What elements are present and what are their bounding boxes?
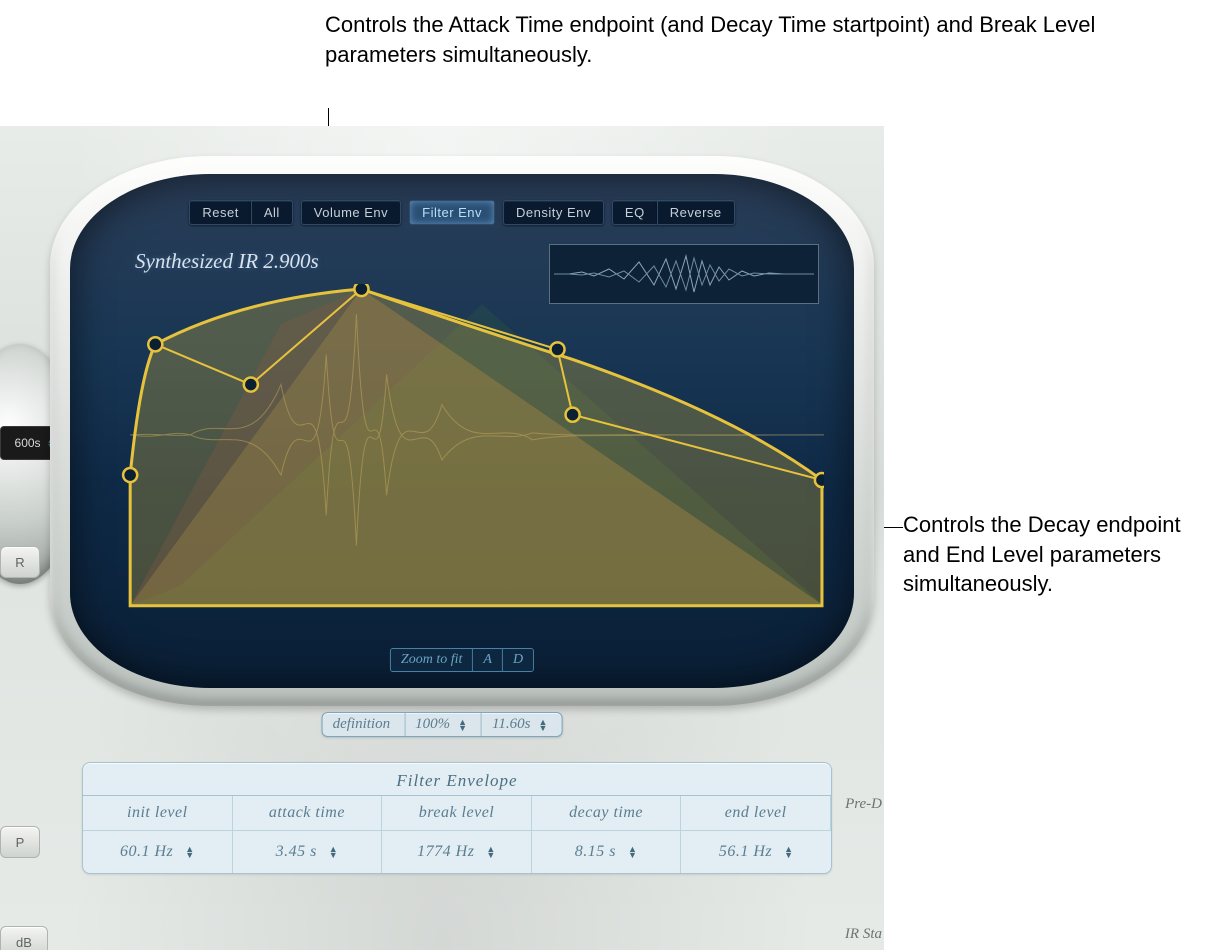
display-screen: Reset All Volume Env Filter Env Density …: [70, 174, 854, 688]
zoom-d-button[interactable]: D: [503, 649, 533, 671]
env-node-init[interactable]: [123, 468, 137, 482]
plugin-device: 600s R P dB Reset All Volume Env Filter …: [0, 126, 884, 950]
pre-delay-label-cropped: Pre-D: [845, 796, 882, 813]
display-bezel: Reset All Volume Env Filter Env Density …: [50, 156, 874, 706]
definition-row: definition 100% 11.60s: [322, 712, 563, 737]
reverse-button[interactable]: Reverse: [657, 200, 735, 225]
header-decay-time: decay time: [532, 796, 682, 830]
density-env-tab[interactable]: Density Env: [503, 200, 604, 225]
value-break-level-text: 1774 Hz: [417, 843, 474, 861]
definition-label: definition: [323, 713, 406, 736]
envelope-editor[interactable]: [100, 284, 824, 626]
env-node-attack-start[interactable]: [148, 337, 162, 351]
zoom-to-fit-button[interactable]: Zoom to fit: [391, 649, 473, 671]
value-break-level[interactable]: 1774 Hz: [382, 830, 532, 873]
value-attack-time-text: 3.45 s: [276, 843, 317, 861]
stepper-icon[interactable]: [628, 846, 637, 858]
eq-reverse-group: EQ Reverse: [612, 200, 735, 225]
reset-button[interactable]: Reset: [189, 200, 250, 225]
definition-percent[interactable]: 100%: [405, 713, 482, 736]
ir-start-label-cropped: IR Sta: [845, 926, 882, 943]
filter-envelope-grid: init level attack time break level decay…: [83, 795, 831, 873]
env-node-decay-mid2[interactable]: [566, 408, 580, 422]
zoom-bar: Zoom to fit A D: [390, 648, 534, 672]
header-break-level: break level: [382, 796, 532, 830]
stepper-icon[interactable]: [486, 846, 495, 858]
annotation-right: Controls the Decay endpoint and End Leve…: [903, 510, 1193, 599]
zoom-a-button[interactable]: A: [473, 649, 503, 671]
reset-group: Reset All: [189, 200, 292, 225]
value-decay-time-text: 8.15 s: [575, 843, 616, 861]
display-toolbar: Reset All Volume Env Filter Env Density …: [70, 200, 854, 225]
ir-title: Synthesized IR 2.900s: [135, 249, 319, 274]
env-node-end[interactable]: [815, 473, 824, 487]
filter-envelope-title: Filter Envelope: [83, 763, 831, 795]
value-end-level[interactable]: 56.1 Hz: [681, 830, 831, 873]
volume-env-tab[interactable]: Volume Env: [301, 200, 401, 225]
side-button-hp[interactable]: P: [0, 826, 40, 858]
eq-button[interactable]: EQ: [612, 200, 657, 225]
value-init-level-text: 60.1 Hz: [120, 843, 173, 861]
value-init-level[interactable]: 60.1 Hz: [83, 830, 233, 873]
env-node-attack-mid[interactable]: [244, 378, 258, 392]
definition-time-value: 11.60s: [492, 716, 530, 733]
stepper-icon[interactable]: [784, 846, 793, 858]
stepper-icon[interactable]: [329, 846, 338, 858]
all-button[interactable]: All: [251, 200, 293, 225]
filter-env-tab[interactable]: Filter Env: [409, 200, 495, 225]
stepper-icon[interactable]: [458, 719, 467, 731]
envelope-curve-outer[interactable]: [130, 289, 822, 606]
side-button-db[interactable]: dB: [0, 926, 48, 950]
annotation-top: Controls the Attack Time endpoint (and D…: [325, 10, 1205, 69]
stepper-icon[interactable]: [538, 719, 547, 731]
definition-time[interactable]: 11.60s: [482, 713, 561, 736]
value-end-level-text: 56.1 Hz: [719, 843, 772, 861]
stepper-icon[interactable]: [185, 846, 194, 858]
header-attack-time: attack time: [233, 796, 383, 830]
value-attack-time[interactable]: 3.45 s: [233, 830, 383, 873]
header-init-level: init level: [83, 796, 233, 830]
env-node-break[interactable]: [354, 284, 368, 296]
header-end-level: end level: [681, 796, 831, 830]
env-node-decay-mid1[interactable]: [550, 342, 564, 356]
filter-envelope-panel: Filter Envelope init level attack time b…: [82, 762, 832, 874]
knob-readout-value: 600s: [15, 436, 41, 450]
value-decay-time[interactable]: 8.15 s: [532, 830, 682, 873]
definition-percent-value: 100%: [415, 716, 450, 733]
side-button-r[interactable]: R: [0, 546, 40, 578]
